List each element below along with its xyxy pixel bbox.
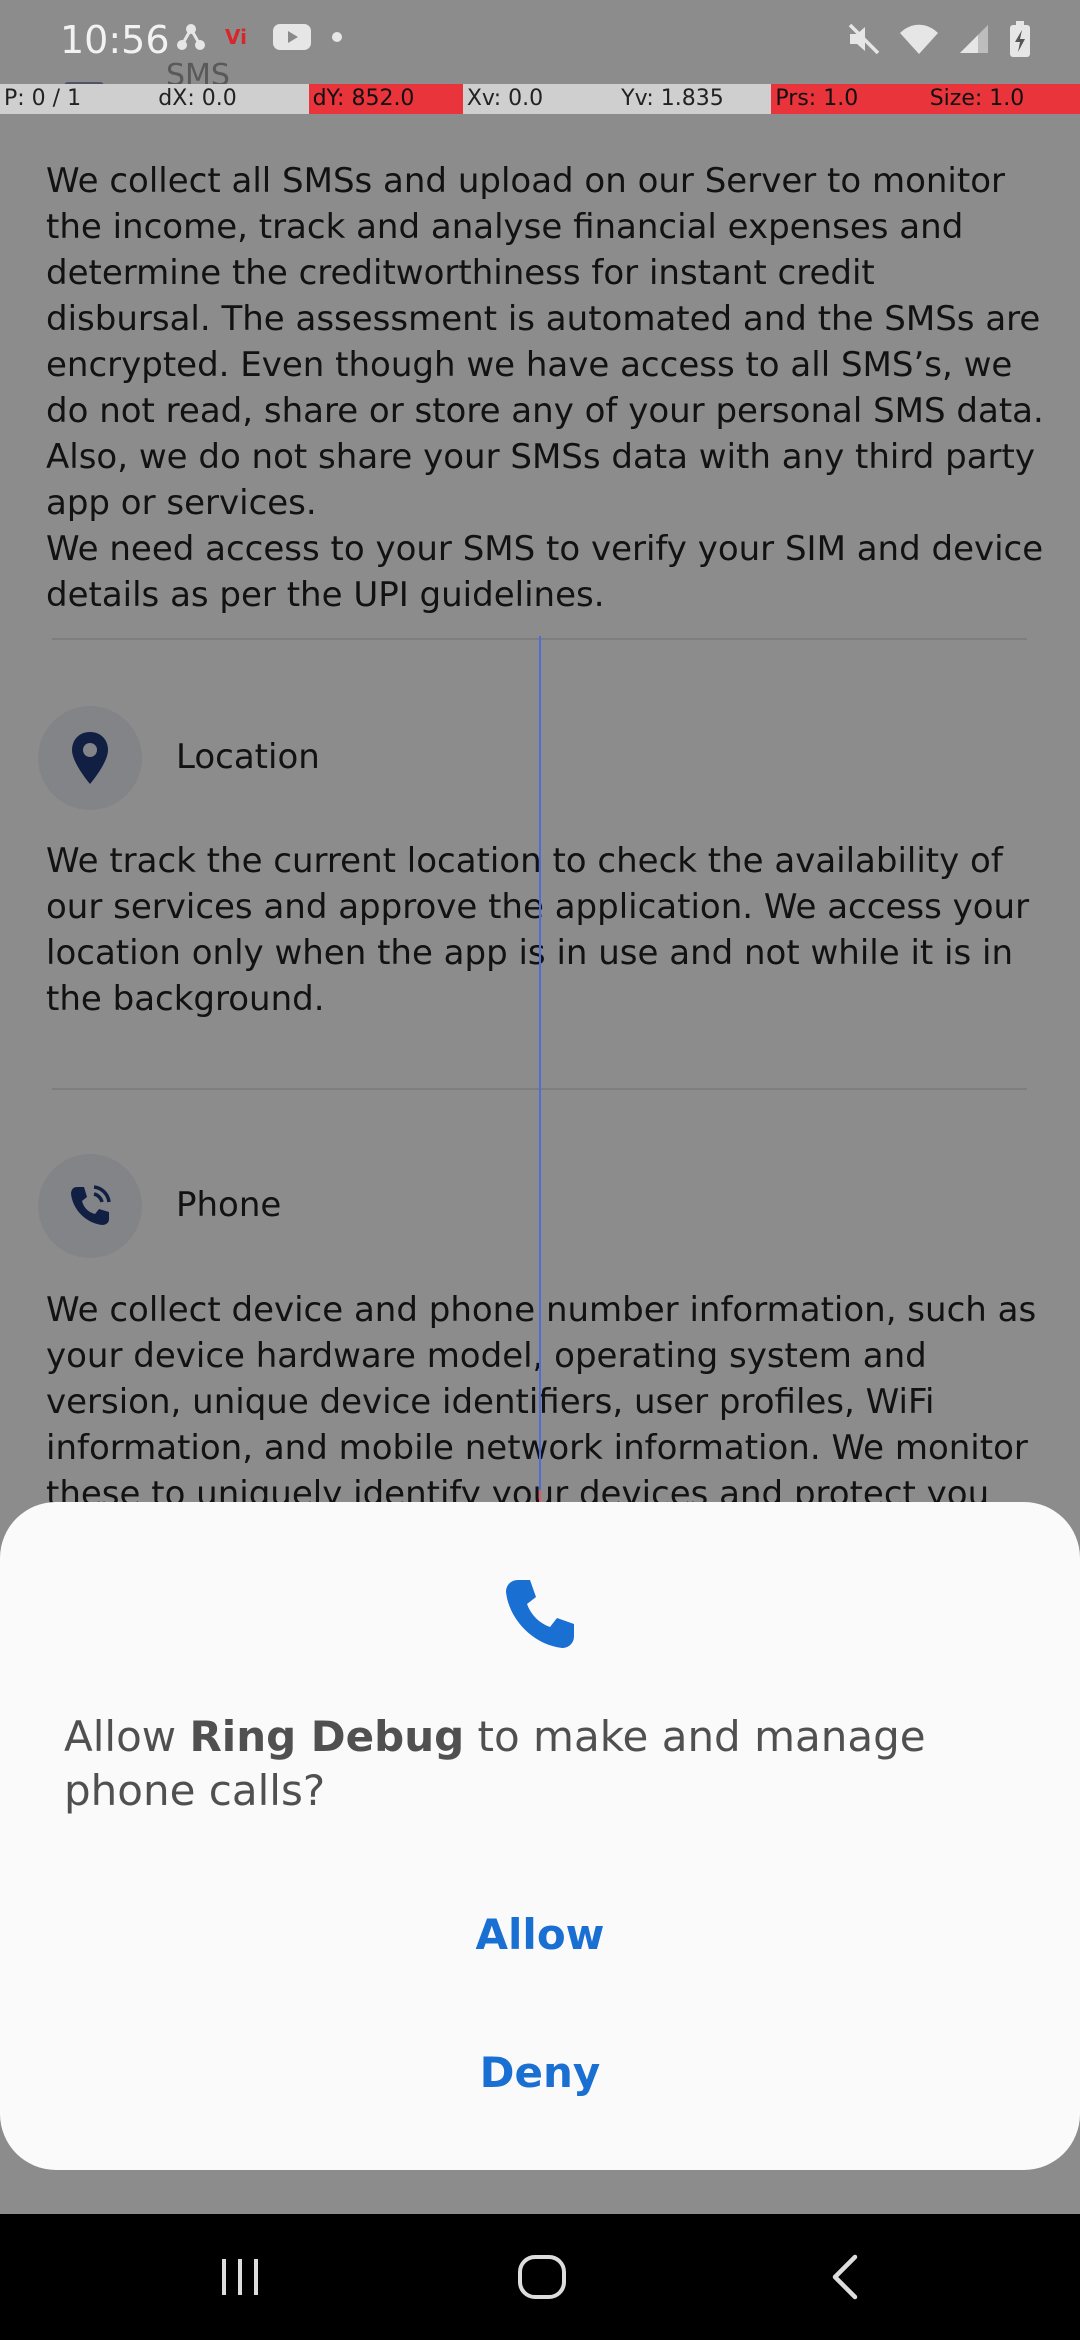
debug-pressure: Prs: 1.0: [771, 84, 926, 114]
debug-dy: dY: 852.0: [308, 84, 463, 114]
youtube-icon: [273, 24, 311, 50]
home-button[interactable]: [502, 2244, 582, 2310]
wifi-icon: [900, 24, 938, 54]
debug-size: Size: 1.0: [925, 84, 1080, 114]
back-button[interactable]: [805, 2244, 885, 2310]
debug-xv: Xv: 0.0: [462, 84, 618, 114]
status-bar: 10:56 Vi: [0, 0, 1080, 82]
pointer-trace-line: [539, 636, 541, 1518]
screen: SMS We collect all SMSs and upload on ou…: [0, 0, 1080, 2340]
app-name: Ring Debug: [189, 1712, 465, 1761]
mute-icon: [848, 23, 880, 55]
debug-dx: dX: 0.0: [154, 84, 309, 114]
permission-dialog: Allow Ring Debug to make and manage phon…: [0, 1502, 1080, 2170]
permission-message: Allow Ring Debug to make and manage phon…: [64, 1710, 1016, 1818]
status-left-icons: Vi: [176, 22, 344, 52]
battery-charging-icon: [1010, 21, 1030, 57]
debug-yv: Yv: 1.835: [617, 84, 772, 114]
message-prefix: Allow: [64, 1712, 190, 1761]
navigation-bar: [0, 2214, 1080, 2340]
svg-text:Vi: Vi: [225, 25, 247, 49]
share-nodes-icon: [177, 24, 205, 50]
allow-button[interactable]: Allow: [0, 1880, 1080, 1990]
status-right-icons: [846, 20, 1032, 58]
back-icon: [832, 2254, 858, 2300]
home-icon: [518, 2255, 566, 2299]
recent-apps-button[interactable]: [200, 2244, 280, 2310]
dot-icon: [332, 32, 342, 42]
phone-icon: [506, 1580, 574, 1648]
pointer-debug-bar: P: 0 / 1 dX: 0.0 dY: 852.0 Xv: 0.0 Yv: 1…: [0, 84, 1080, 114]
vi-network-icon: Vi: [225, 25, 247, 49]
debug-pointer-count: P: 0 / 1: [0, 84, 155, 114]
signal-icon: [960, 25, 988, 53]
recent-apps-icon: [222, 2259, 258, 2295]
deny-button[interactable]: Deny: [0, 2018, 1080, 2128]
status-clock: 10:56: [60, 18, 170, 62]
